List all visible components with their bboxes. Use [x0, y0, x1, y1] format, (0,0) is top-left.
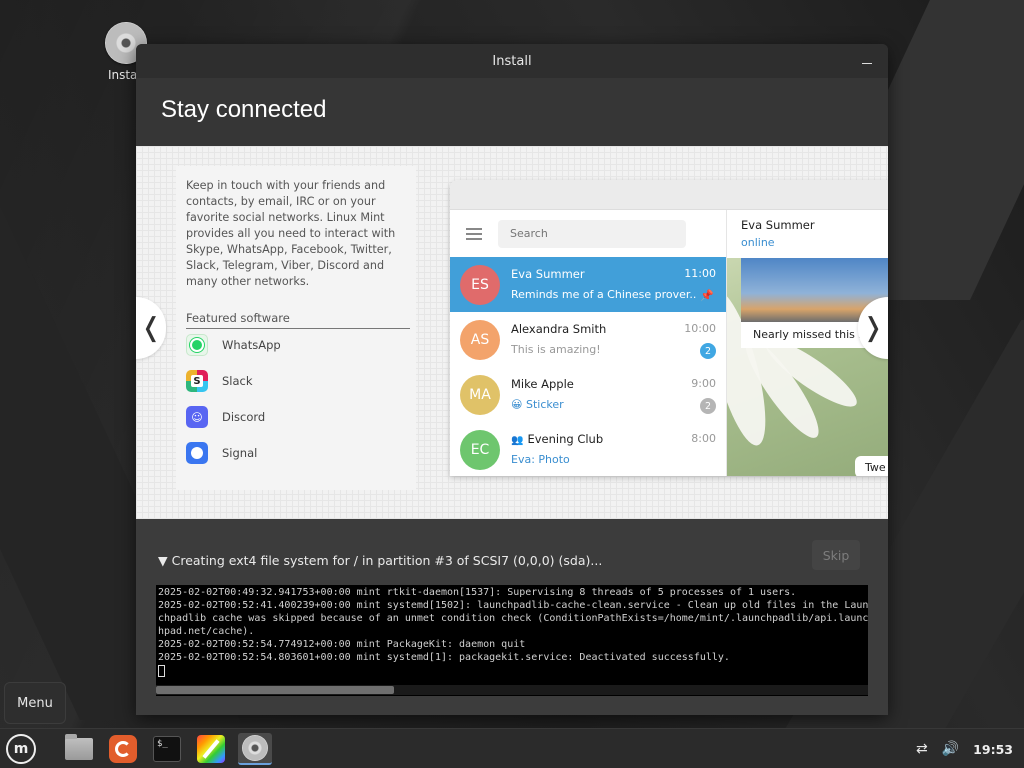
log-line: hpad.net/cache).	[158, 626, 255, 637]
chat-time: 11:00	[684, 267, 716, 280]
files-launcher[interactable]	[62, 733, 96, 765]
log-line: 2025-02-02T00:52:41.400239+00:00 mint sy…	[158, 600, 868, 611]
chat-background: Nearly missed this s Twe	[727, 258, 888, 476]
avatar: EC	[460, 429, 500, 470]
intro-text: Keep in touch with your friends and cont…	[186, 179, 396, 288]
drawing-app-icon	[197, 735, 225, 763]
page-title: Stay connected	[136, 78, 888, 146]
featured-item-label: Signal	[222, 446, 258, 460]
installer-window: Install Stay connected Keep in touch wit…	[136, 44, 888, 715]
telegram-search-input	[498, 219, 686, 248]
volume-icon[interactable]: 🔊	[942, 741, 959, 757]
telegram-search-row	[450, 210, 726, 257]
slideshow: Keep in touch with your friends and cont…	[136, 146, 888, 519]
clock[interactable]: 19:53	[973, 742, 1013, 757]
scrollbar-thumb[interactable]	[156, 686, 394, 694]
log-line: 2025-02-02T00:49:32.941753+00:00 mint rt…	[158, 587, 797, 598]
signal-icon	[186, 442, 208, 464]
previous-slide-button[interactable]: ❬	[136, 297, 166, 359]
system-tray: ⇄ 🔊 19:53	[916, 729, 1013, 768]
avatar: MA	[460, 374, 500, 415]
progress-status-text: Creating ext4 file system for / in parti…	[171, 553, 603, 568]
skip-button[interactable]: Skip	[812, 540, 860, 570]
chat-header: Eva Summer online	[727, 210, 888, 258]
chat-row-mike-apple: MA Mike Apple 9:00 😀 Sticker 2	[450, 367, 726, 422]
chat-time: 10:00	[684, 322, 716, 335]
drawing-launcher[interactable]	[194, 733, 228, 765]
window-titlebar[interactable]: Install	[136, 44, 888, 78]
chat-time: 9:00	[691, 377, 716, 390]
network-icon[interactable]: ⇄	[916, 741, 928, 757]
chat-name: Eva Summer	[511, 267, 585, 281]
chat-row-evening-club: EC 👥 Evening Club 8:00 Eva: Photo	[450, 422, 726, 476]
firefox-launcher[interactable]	[106, 733, 140, 765]
terminal-launcher[interactable]: $_	[150, 733, 184, 765]
log-line: 2025-02-02T00:52:54.803601+00:00 mint sy…	[158, 652, 730, 663]
chat-row-eva-summer: ES Eva Summer 11:00 Reminds me of a Chin…	[450, 257, 726, 312]
chat-row-alexandra-smith: AS Alexandra Smith 10:00 This is amazing…	[450, 312, 726, 367]
info-panel: Keep in touch with your friends and cont…	[176, 166, 416, 490]
avatar: ES	[460, 264, 500, 305]
log-horizontal-scrollbar[interactable]	[156, 685, 868, 695]
log-line: chpadlib cache was skipped because of an…	[158, 613, 868, 624]
terminal-icon: $_	[153, 736, 181, 762]
chat-message: This is amazing!	[511, 343, 601, 356]
group-icon: 👥	[511, 435, 524, 446]
featured-item-label: WhatsApp	[222, 338, 281, 352]
featured-software-title: Featured software	[186, 311, 410, 329]
install-log-terminal[interactable]: 2025-02-02T00:49:32.941753+00:00 mint rt…	[156, 585, 868, 696]
message-bubble: Twe	[855, 456, 888, 476]
unread-badge: 2	[700, 398, 716, 414]
progress-status[interactable]: ▼ Creating ext4 file system for / in par…	[158, 553, 602, 568]
telegram-screenshot: ES Eva Summer 11:00 Reminds me of a Chin…	[450, 180, 888, 476]
chat-time: 8:00	[691, 432, 716, 445]
featured-item-signal: Signal	[186, 441, 406, 465]
chat-name: Alexandra Smith	[511, 322, 607, 336]
featured-item-whatsapp: WhatsApp	[186, 333, 406, 357]
featured-item-slack: S Slack	[186, 369, 406, 393]
chat-message: 😀 Sticker	[511, 398, 564, 411]
telegram-titlebar	[450, 180, 888, 210]
window-title: Install	[492, 53, 532, 69]
log-line: 2025-02-02T00:52:54.774912+00:00 mint Pa…	[158, 639, 526, 650]
menu-tooltip: Menu	[4, 682, 66, 724]
taskbar: m $_ ⇄ 🔊 19:53	[0, 728, 1024, 768]
minimize-button[interactable]	[862, 54, 874, 66]
unread-badge: 2	[700, 343, 716, 359]
discord-icon: ☺	[186, 406, 208, 428]
firefox-icon	[109, 735, 137, 763]
installer-taskbar-button[interactable]	[238, 733, 272, 765]
telegram-chat-list: ES Eva Summer 11:00 Reminds me of a Chin…	[450, 210, 726, 476]
featured-item-label: Slack	[222, 374, 253, 388]
chat-name: 👥 Evening Club	[511, 432, 604, 446]
slack-icon: S	[186, 370, 208, 392]
chat-header-status: online	[741, 236, 775, 249]
expander-toggle-icon: ▼	[158, 553, 168, 568]
terminal-cursor	[158, 665, 165, 677]
chat-header-name: Eva Summer	[741, 218, 815, 232]
chat-name: Mike Apple	[511, 377, 574, 391]
chat-message: Eva: Photo	[511, 453, 570, 466]
featured-item-label: Discord	[222, 410, 266, 424]
hamburger-menu-icon	[466, 227, 482, 240]
whatsapp-icon	[186, 334, 208, 356]
chat-message: Reminds me of a Chinese prover...	[511, 288, 697, 301]
featured-item-discord: ☺ Discord	[186, 405, 406, 429]
start-menu-button[interactable]: m	[4, 733, 38, 765]
pin-icon: 📌	[700, 289, 714, 302]
avatar: AS	[460, 319, 500, 360]
folder-icon	[65, 734, 93, 760]
linux-mint-logo-icon: m	[6, 734, 36, 764]
disc-icon	[242, 735, 268, 761]
